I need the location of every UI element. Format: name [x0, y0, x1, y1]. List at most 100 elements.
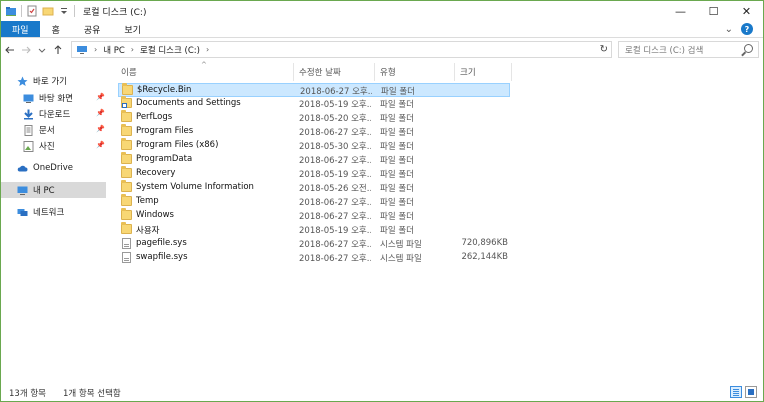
folder-icon [121, 152, 132, 164]
column-divider[interactable] [293, 63, 294, 81]
folder-icon [121, 222, 132, 234]
file-icon [122, 238, 131, 249]
sidebar-item-downloads[interactable]: 다운로드 📌 [23, 106, 106, 122]
toolbar-divider [74, 5, 75, 17]
up-button[interactable] [51, 41, 65, 59]
folder-icon [121, 180, 132, 192]
pin-icon[interactable]: 📌 [96, 141, 105, 149]
tab-view[interactable]: 보기 [112, 21, 153, 37]
column-header-name[interactable]: 이름 [121, 66, 137, 80]
table-row[interactable]: System Volume Information 2018-05-26 오전.… [118, 180, 510, 195]
sidebar-item-label: 네트워크 [33, 208, 65, 218]
tab-share[interactable]: 공유 [72, 21, 113, 37]
file-date: 2018-06-27 오후... [299, 254, 371, 264]
tab-file[interactable]: 파일 [1, 21, 40, 37]
explorer-window: 로컬 디스크 (C:) — ☐ ✕ 파일 홈 공유 보기 ⌄ ? › 내 PC … [0, 0, 764, 402]
recent-locations-button[interactable] [35, 41, 49, 59]
properties-icon[interactable] [26, 5, 38, 17]
toolbar-divider [21, 5, 22, 17]
sidebar-item-this-pc[interactable]: 내 PC [1, 182, 106, 198]
breadcrumb-local-disk[interactable]: 로컬 디스크 (C:) [140, 44, 200, 56]
table-row[interactable]: Temp 2018-06-27 오후... 파일 폴더 [118, 194, 510, 209]
file-size: 262,144KB [461, 252, 508, 262]
file-type: 파일 폴더 [380, 114, 414, 124]
column-divider[interactable] [374, 63, 375, 81]
window-controls: — ☐ ✕ [664, 1, 763, 21]
table-row[interactable]: Program Files 2018-06-27 오후... 파일 폴더 [118, 124, 510, 139]
file-name: pagefile.sys [136, 238, 187, 248]
sidebar-item-label: 다운로드 [39, 110, 71, 120]
file-icon [122, 252, 131, 263]
file-date: 2018-05-19 오후... [299, 170, 371, 180]
address-bar[interactable]: › 내 PC › 로컬 디스크 (C:) › ↻ [71, 41, 612, 58]
table-row[interactable]: 사용자 2018-05-19 오후... 파일 폴더 [118, 222, 510, 237]
ribbon-tabs: 파일 홈 공유 보기 ⌄ ? [1, 21, 763, 38]
sidebar-item-pictures[interactable]: 사진 📌 [23, 138, 106, 154]
file-type: 파일 폴더 [380, 156, 414, 166]
column-header: ^ 이름 수정한 날짜 유형 크기 [113, 61, 513, 81]
minimize-button[interactable]: — [664, 1, 697, 21]
expand-ribbon-icon[interactable]: ⌄ [725, 24, 733, 35]
view-switcher [730, 386, 757, 398]
file-name: swapfile.sys [136, 252, 188, 262]
pin-icon[interactable]: 📌 [96, 125, 105, 133]
desktop-icon [23, 93, 34, 104]
file-date: 2018-05-30 오후... [299, 142, 371, 152]
sidebar-item-network[interactable]: 네트워크 [17, 204, 106, 220]
sidebar-item-label: OneDrive [33, 163, 73, 173]
table-row[interactable]: Documents and Settings 2018-05-19 오후... … [118, 96, 510, 111]
sidebar-item-label: 바탕 화면 [39, 94, 73, 104]
details-view-icon[interactable] [730, 386, 742, 398]
new-folder-icon[interactable] [42, 5, 54, 17]
file-name: Program Files [136, 126, 194, 136]
file-date: 2018-06-27 오후... [299, 240, 371, 250]
breadcrumb-chevron-icon[interactable]: › [131, 45, 134, 54]
network-icon [17, 207, 28, 218]
table-row[interactable]: swapfile.sys 2018-06-27 오후... 시스템 파일 262… [118, 251, 510, 265]
column-divider[interactable] [511, 63, 512, 81]
column-header-date[interactable]: 수정한 날짜 [299, 66, 341, 80]
breadcrumb-chevron-icon[interactable]: › [94, 45, 97, 54]
breadcrumb-chevron-icon[interactable]: › [206, 45, 209, 54]
customize-toolbar-icon[interactable] [58, 5, 70, 17]
file-type: 시스템 파일 [380, 240, 422, 250]
table-row[interactable]: Program Files (x86) 2018-05-30 오후... 파일 … [118, 138, 510, 153]
table-row[interactable]: Windows 2018-06-27 오후... 파일 폴더 [118, 208, 510, 223]
column-header-size[interactable]: 크기 [460, 66, 476, 80]
pin-icon[interactable]: 📌 [96, 109, 105, 117]
refresh-icon[interactable]: ↻ [600, 44, 608, 55]
folder-icon [121, 208, 132, 220]
maximize-button[interactable]: ☐ [697, 1, 730, 21]
file-type: 시스템 파일 [380, 254, 422, 264]
column-divider[interactable] [454, 63, 455, 81]
forward-button[interactable] [19, 41, 33, 59]
sidebar-item-quick-access[interactable]: 바로 가기 [17, 73, 106, 89]
table-row[interactable]: PerfLogs 2018-05-20 오후... 파일 폴더 [118, 110, 510, 125]
folder-shortcut-icon [121, 96, 132, 108]
sidebar-item-label: 문서 [39, 126, 55, 136]
sidebar-item-documents[interactable]: 문서 📌 [23, 122, 106, 138]
back-button[interactable] [3, 41, 17, 59]
sidebar-item-label: 바로 가기 [33, 77, 67, 87]
table-row[interactable]: ProgramData 2018-06-27 오후... 파일 폴더 [118, 152, 510, 167]
table-row[interactable]: $Recycle.Bin 2018-06-27 오후... 파일 폴더 [118, 83, 510, 97]
table-row[interactable]: pagefile.sys 2018-06-27 오후... 시스템 파일 720… [118, 237, 510, 251]
column-header-type[interactable]: 유형 [380, 66, 396, 80]
picture-icon [23, 140, 34, 152]
breadcrumb-this-pc[interactable]: 내 PC [103, 44, 125, 56]
tab-home[interactable]: 홈 [40, 21, 72, 37]
title-bar: 로컬 디스크 (C:) — ☐ ✕ [1, 1, 763, 21]
sidebar-item-onedrive[interactable]: OneDrive [17, 160, 106, 176]
sidebar-item-desktop[interactable]: 바탕 화면 📌 [23, 90, 106, 106]
file-name: Recovery [136, 168, 176, 178]
file-name: Windows [136, 210, 174, 220]
search-icon [744, 44, 753, 53]
sort-ascending-icon: ^ [201, 61, 207, 69]
search-input[interactable]: 로컬 디스크 (C:) 검색 [618, 41, 759, 58]
large-icons-view-icon[interactable] [745, 386, 757, 398]
pin-icon[interactable]: 📌 [96, 93, 105, 101]
file-name: Temp [136, 196, 159, 206]
help-icon[interactable]: ? [741, 23, 753, 35]
table-row[interactable]: Recovery 2018-05-19 오후... 파일 폴더 [118, 166, 510, 181]
close-button[interactable]: ✕ [730, 1, 763, 21]
